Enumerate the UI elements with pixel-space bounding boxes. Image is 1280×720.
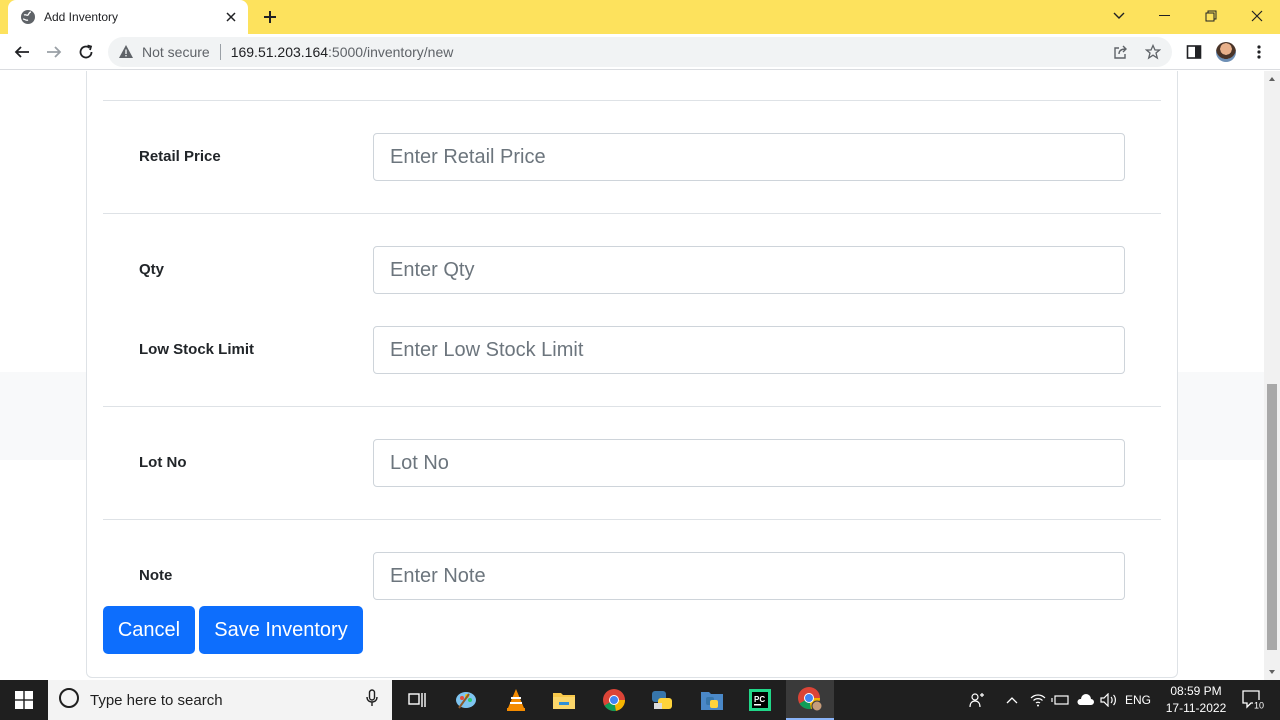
scroll-down-icon[interactable]	[1264, 664, 1280, 680]
tab-search-chevron-icon[interactable]	[1096, 0, 1142, 32]
side-panel-icon[interactable]	[1184, 42, 1204, 62]
browser-tab[interactable]: Add Inventory	[8, 0, 248, 34]
address-bar[interactable]: Not secure 169.51.203.164:5000/inventory…	[108, 37, 1172, 67]
lot-no-input[interactable]	[373, 439, 1125, 487]
forward-arrow-icon[interactable]	[40, 38, 68, 66]
python-icon[interactable]	[638, 680, 686, 720]
inventory-form-card: Retail Price Qty Low Stock Limit Lot No …	[86, 71, 1178, 678]
restore-icon[interactable]	[1188, 0, 1234, 32]
system-clock[interactable]: 08:59 PM 17-11-2022	[1160, 683, 1232, 717]
page-viewport: Retail Price Qty Low Stock Limit Lot No …	[0, 71, 1264, 680]
taskbar-search-box[interactable]: Type here to search	[48, 680, 392, 720]
retail-price-input[interactable]	[373, 133, 1125, 181]
task-view-icon[interactable]	[392, 680, 440, 720]
browser-toolbar: Not secure 169.51.203.164:5000/inventory…	[0, 34, 1280, 70]
globe-icon	[20, 9, 36, 25]
low-stock-limit-input[interactable]	[373, 326, 1125, 374]
bookmark-star-icon[interactable]	[1144, 43, 1162, 61]
share-icon[interactable]	[1112, 43, 1130, 61]
svg-text:PC: PC	[754, 695, 765, 704]
back-arrow-icon[interactable]	[8, 38, 36, 66]
vlc-icon[interactable]	[492, 680, 540, 720]
pycharm-icon[interactable]: PC	[736, 680, 784, 720]
onedrive-cloud-icon[interactable]	[1074, 680, 1096, 720]
retail-price-label: Retail Price	[139, 148, 221, 165]
wifi-icon[interactable]	[1028, 680, 1048, 720]
microphone-icon[interactable]	[366, 688, 378, 712]
chrome-icon[interactable]	[590, 680, 638, 720]
battery-icon[interactable]	[1050, 680, 1070, 720]
low-stock-limit-label: Low Stock Limit	[139, 341, 255, 358]
search-circle-icon	[58, 687, 80, 714]
notification-count: 10	[1254, 701, 1264, 711]
people-icon[interactable]	[966, 680, 988, 720]
minimize-icon[interactable]	[1142, 0, 1188, 32]
scroll-up-icon[interactable]	[1264, 71, 1280, 87]
form-divider	[103, 519, 1161, 520]
qty-label: Qty	[139, 261, 165, 278]
python-folder-icon[interactable]	[688, 680, 736, 720]
note-label: Note	[139, 567, 173, 584]
chrome-profile-icon[interactable]	[786, 680, 834, 720]
tab-strip: Add Inventory	[0, 0, 1280, 34]
clock-time: 08:59 PM	[1170, 684, 1222, 698]
paint-icon[interactable]	[442, 680, 490, 720]
form-divider	[103, 406, 1161, 407]
url-path: :5000/inventory/new	[328, 44, 454, 60]
menu-kebab-icon[interactable]	[1249, 42, 1269, 62]
qty-input[interactable]	[373, 246, 1125, 294]
notification-center-icon[interactable]: 10	[1236, 680, 1270, 720]
security-label[interactable]: Not secure	[142, 44, 210, 60]
close-window-icon[interactable]	[1234, 0, 1280, 32]
url-host: 169.51.203.164	[230, 44, 329, 60]
cancel-button[interactable]: Cancel	[103, 606, 195, 654]
profile-avatar[interactable]	[1216, 42, 1236, 62]
warning-icon[interactable]	[118, 44, 134, 60]
windows-start-icon[interactable]	[0, 680, 48, 720]
note-input[interactable]	[373, 552, 1125, 600]
new-tab-icon[interactable]	[258, 6, 282, 28]
save-inventory-button[interactable]: Save Inventory	[199, 606, 363, 654]
windows-taskbar: Type here to search PC ENG 08:59 PM 17-1…	[0, 680, 1280, 720]
lot-no-label: Lot No	[139, 454, 187, 471]
tab-title: Add Inventory	[44, 10, 119, 24]
address-divider	[219, 44, 221, 60]
scrollbar-thumb[interactable]	[1267, 384, 1277, 650]
chevron-up-icon[interactable]	[1002, 680, 1022, 720]
file-explorer-icon[interactable]	[540, 680, 588, 720]
taskbar-search-placeholder: Type here to search	[90, 691, 223, 709]
form-divider	[103, 213, 1161, 214]
volume-icon[interactable]	[1098, 680, 1120, 720]
page-scrollbar[interactable]	[1264, 71, 1280, 680]
form-divider	[103, 100, 1161, 101]
tab-close-icon[interactable]	[222, 8, 240, 26]
clock-date: 17-11-2022	[1165, 701, 1227, 715]
reload-icon[interactable]	[72, 38, 100, 66]
language-indicator[interactable]: ENG	[1122, 680, 1154, 720]
